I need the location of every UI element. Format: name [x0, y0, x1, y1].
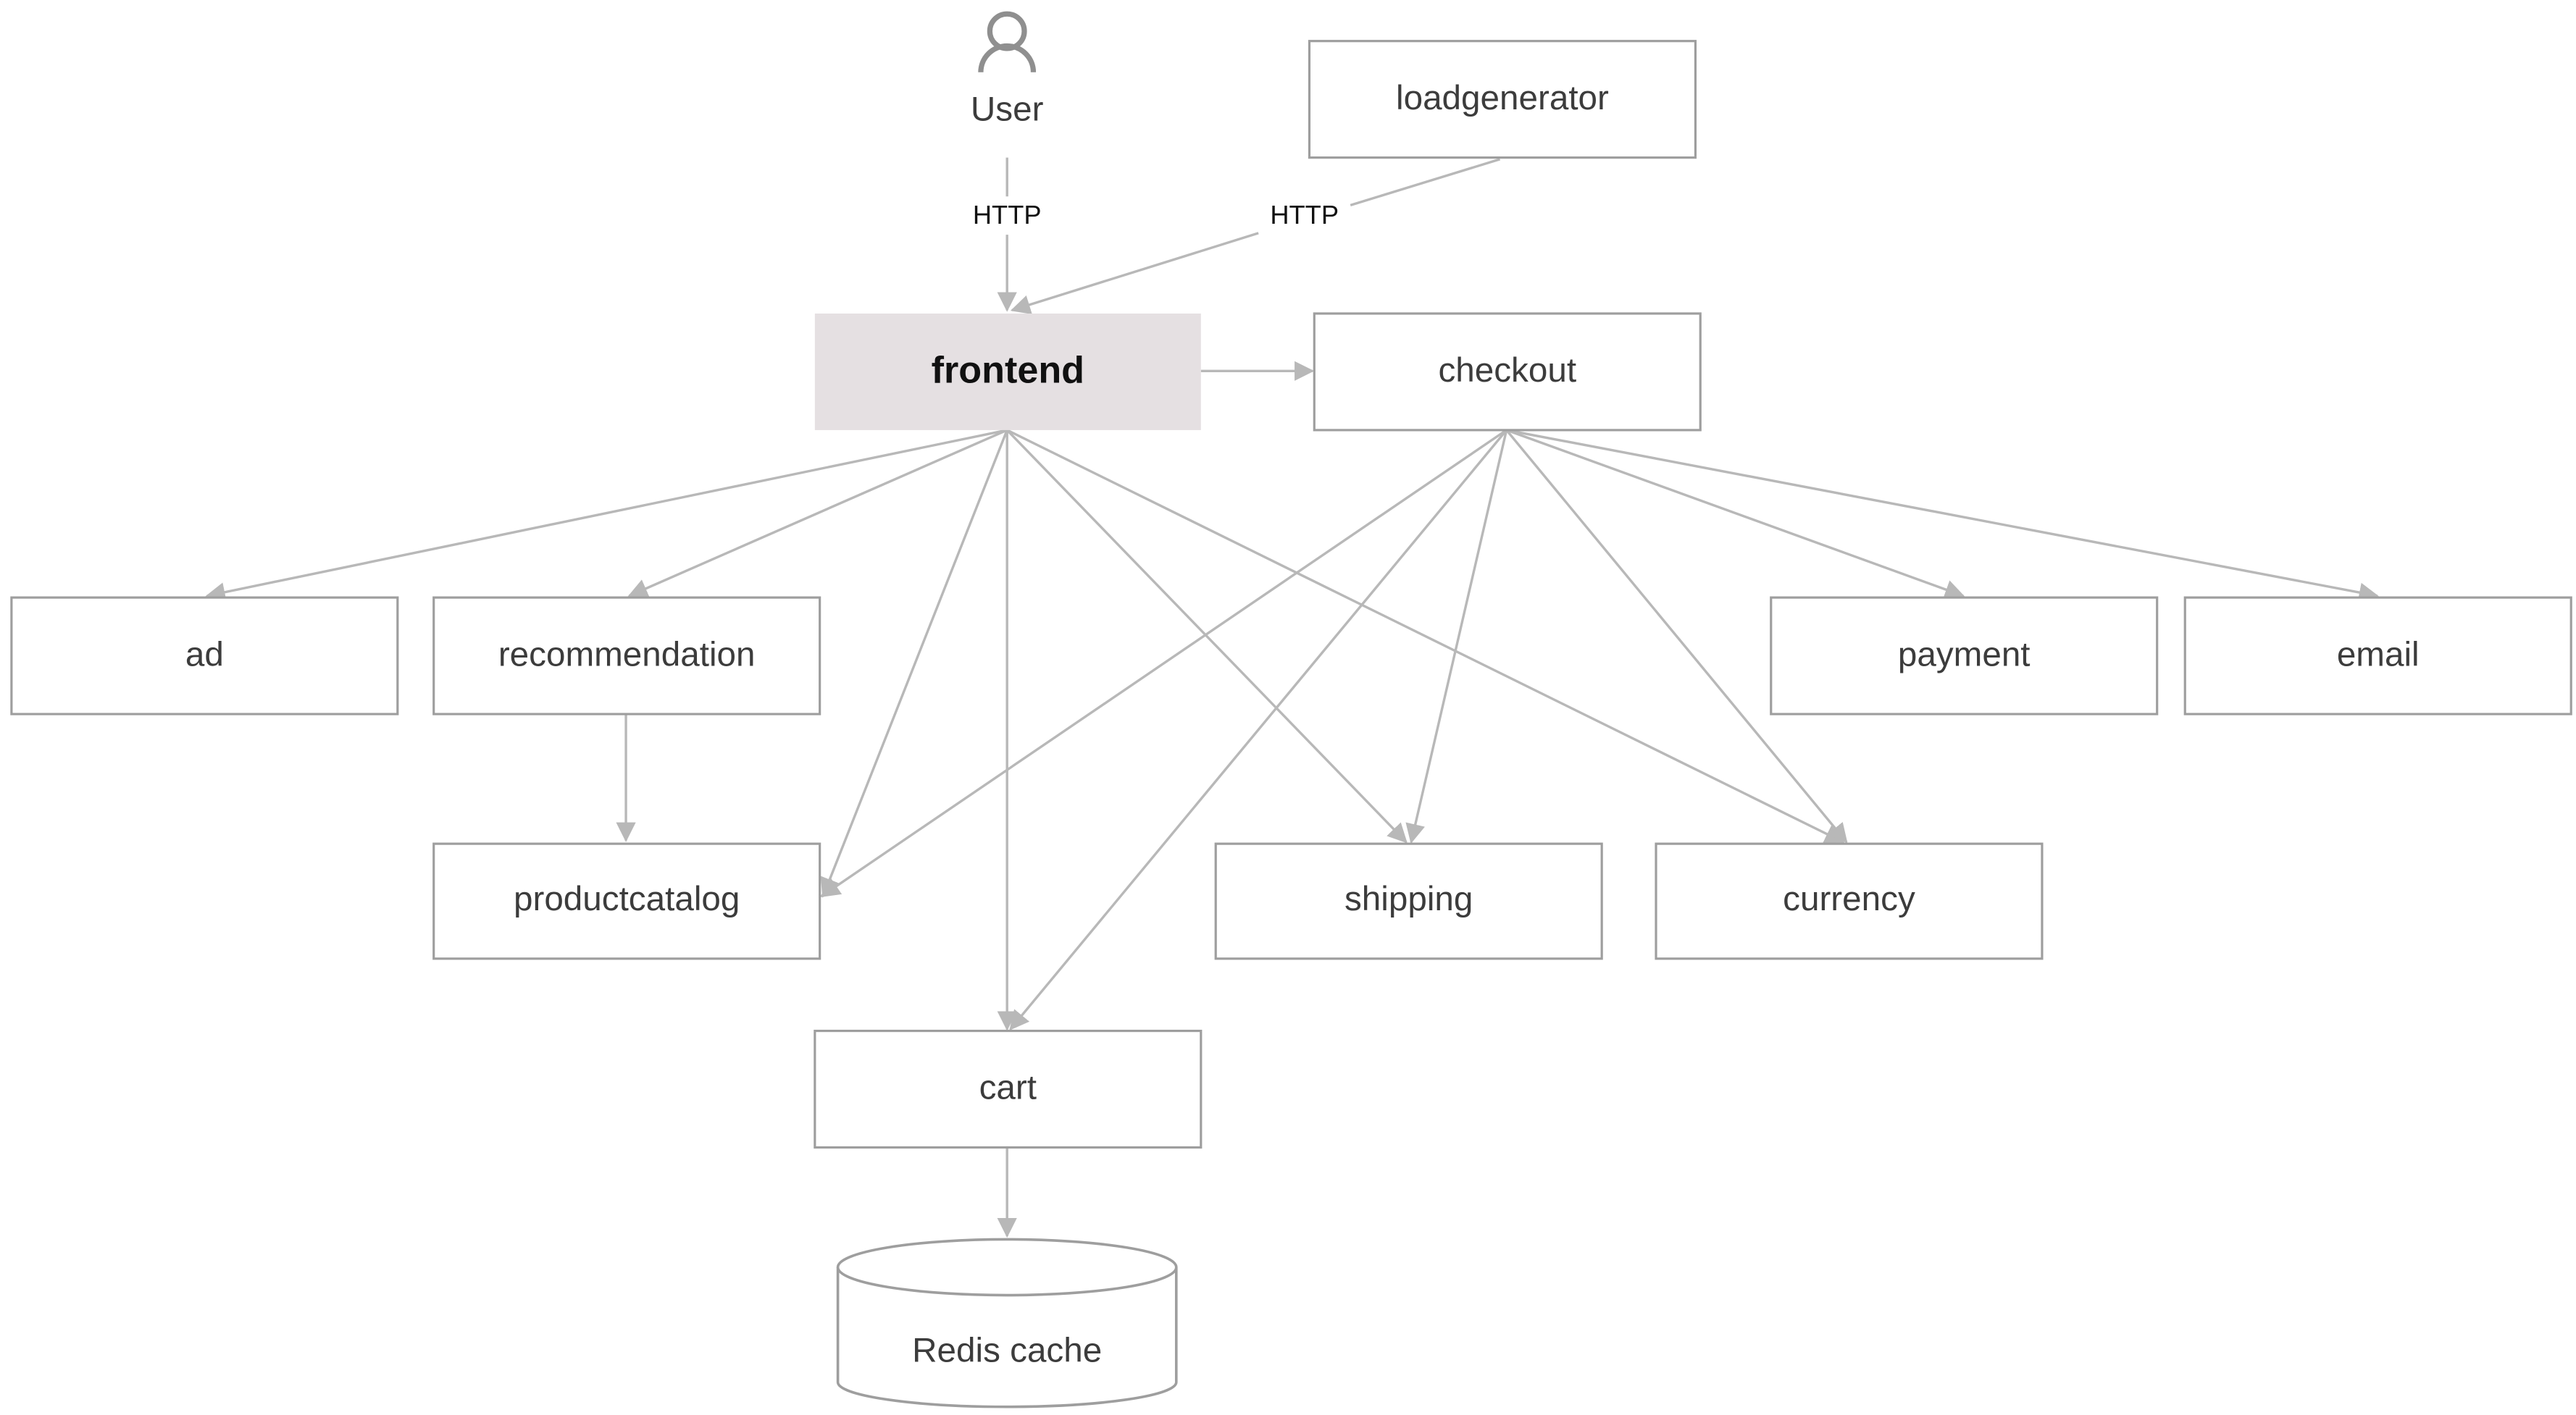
architecture-diagram: HTTP HTTP User loadgenerator frontend ch… [10, 11, 2572, 1408]
node-label: Redis cache [912, 1331, 1102, 1369]
node-recommendation[interactable]: recommendation [432, 596, 821, 715]
node-label: checkout [1438, 351, 1576, 390]
node-cart[interactable]: cart [814, 1029, 1203, 1149]
node-label: ad [185, 635, 224, 673]
node-label: shipping [1345, 880, 1473, 918]
edge-frontend-shipping [1005, 429, 1408, 844]
node-label: recommendation [498, 635, 756, 673]
node-payment[interactable]: payment [1770, 596, 2159, 715]
edge-checkout-productcatalog [820, 429, 1507, 898]
node-label: payment [1898, 635, 2031, 673]
user-label: User [971, 91, 1044, 129]
node-currency[interactable]: currency [1655, 842, 2044, 960]
node-frontend[interactable]: frontend [814, 313, 1201, 430]
node-ad[interactable]: ad [10, 596, 399, 715]
edge-frontend-ad [205, 429, 1008, 602]
database-cylinder-icon [836, 1238, 1178, 1408]
node-productcatalog[interactable]: productcatalog [432, 842, 821, 960]
edge-loadgenerator-frontend-lower [1010, 232, 1259, 314]
node-shipping[interactable]: shipping [1214, 842, 1603, 960]
person-icon [978, 11, 1037, 72]
node-email[interactable]: email [2183, 596, 2572, 715]
edge-checkout-email [1506, 429, 2379, 602]
user-actor[interactable]: User [971, 11, 1044, 129]
node-checkout[interactable]: checkout [1313, 312, 1702, 432]
node-label: loadgenerator [1396, 79, 1609, 117]
node-redis-cache[interactable]: Redis cache [836, 1238, 1178, 1408]
node-loadgenerator[interactable]: loadgenerator [1308, 40, 1697, 159]
node-label: currency [1783, 880, 1915, 918]
edge-label-user-http: HTTP [973, 200, 1042, 230]
node-label: frontend [932, 349, 1084, 391]
edge-label-loadgenerator-http: HTTP [1270, 200, 1339, 230]
edge-loadgenerator-frontend [1350, 158, 1501, 206]
node-label: email [2337, 635, 2420, 673]
node-label: cart [979, 1069, 1037, 1107]
node-label: productcatalog [514, 880, 740, 918]
